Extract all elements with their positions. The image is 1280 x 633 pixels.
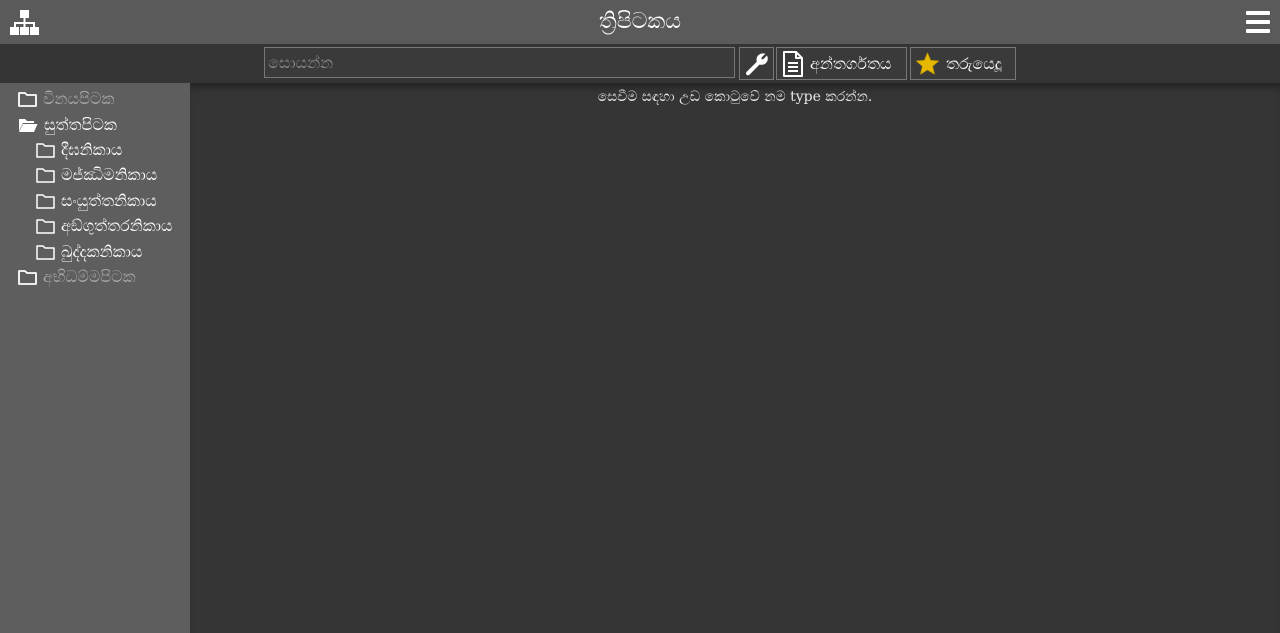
tree-item-label: ඛුද්දකනිකාය: [61, 242, 143, 261]
folder-closed-icon: [36, 218, 55, 234]
app-title: ත්‍රිපිටකය: [598, 9, 682, 34]
contents-button[interactable]: අන්තර්ගතය: [776, 47, 907, 80]
tree-item-digha-nikaya[interactable]: දීඝනිකාය: [36, 138, 122, 162]
folder-closed-icon: [36, 142, 55, 158]
folder-closed-icon: [36, 167, 55, 183]
settings-button[interactable]: [739, 47, 774, 80]
sidebar-tree: විනයපිටක සුත්තපිටක දීඝනිකාය මජ්ඣිමනිකාය …: [0, 83, 190, 633]
document-icon: [782, 50, 804, 77]
tree-item-label: දීඝනිකාය: [61, 140, 123, 159]
tree-item-label: අඞ්ගුත්තරනිකාය: [61, 216, 173, 235]
tree-item-samyutta-nikaya[interactable]: සංයුත්තනිකාය: [36, 189, 157, 213]
folder-closed-icon: [18, 91, 37, 107]
folder-open-icon: [18, 117, 38, 133]
folder-closed-icon: [18, 269, 37, 285]
tree-item-khuddaka-nikaya[interactable]: ඛුද්දකනිකාය: [36, 240, 142, 264]
toolbar: අන්තර්ගතය තරුයෙදූ: [0, 44, 1280, 83]
tree-item-label: විනයපිටක: [43, 89, 115, 108]
tree-item-vinaya-pitaka[interactable]: විනයපිටක: [18, 87, 114, 111]
search-hint: සෙවීම සඳහා උඩ කොටුවේ නම type කරන්න.: [597, 89, 873, 105]
tree-item-abhidhamma-pitaka[interactable]: අභිධම්මපිටක: [18, 265, 136, 289]
hamburger-menu-icon[interactable]: [1246, 11, 1270, 33]
search-input[interactable]: [264, 47, 735, 78]
tree-item-label: අභිධම්මපිටක: [43, 267, 136, 286]
tree-item-label: මජ්ඣිමනිකාය: [61, 165, 158, 184]
tree-item-label: සුත්තපිටක: [44, 115, 117, 134]
main-content: සෙවීම සඳහා උඩ කොටුවේ නම type කරන්න.: [190, 83, 1280, 633]
tree-item-sutta-pitaka[interactable]: සුත්තපිටක: [18, 113, 117, 137]
tree-item-label: සංයුත්තනිකාය: [61, 191, 157, 210]
star-icon: [915, 52, 940, 76]
top-bar: ත්‍රිපිටකය: [0, 0, 1280, 44]
folder-closed-icon: [36, 244, 55, 260]
wrench-icon: [745, 52, 769, 76]
folder-closed-icon: [36, 193, 55, 209]
tree-item-majjhima-nikaya[interactable]: මජ්ඣිමනිකාය: [36, 163, 157, 187]
starred-label: තරුයෙදූ: [946, 53, 1002, 73]
tree-item-anguttara-nikaya[interactable]: අඞ්ගුත්තරනිකාය: [36, 214, 173, 238]
contents-label: අන්තර්ගතය: [810, 53, 892, 73]
starred-button[interactable]: තරුයෙදූ: [910, 47, 1016, 80]
